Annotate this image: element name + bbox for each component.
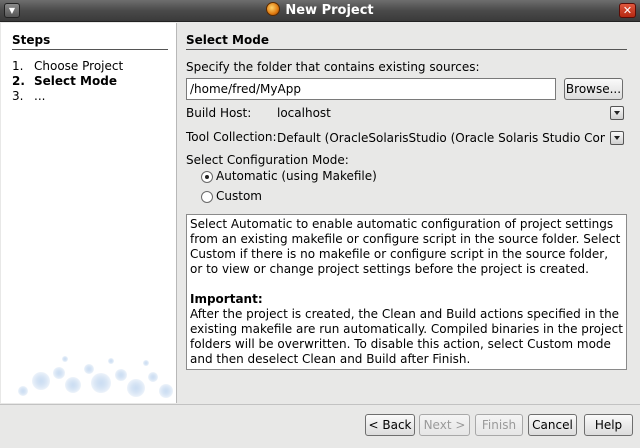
window-close-button[interactable]: ✕ bbox=[619, 3, 636, 18]
mode-description-box: Select Automatic to enable automatic con… bbox=[186, 214, 627, 370]
cancel-button[interactable]: Cancel bbox=[528, 414, 577, 436]
next-button[interactable]: Next > bbox=[419, 414, 470, 436]
tool-collection-select[interactable]: Default (OracleSolarisStudio (Oracle Sol… bbox=[275, 129, 605, 149]
step-choose-project: 1. Choose Project bbox=[12, 59, 124, 73]
tool-collection-label: Tool Collection: bbox=[186, 130, 277, 144]
step-select-mode: 2. Select Mode bbox=[12, 74, 117, 88]
custom-radio[interactable] bbox=[201, 191, 213, 203]
window-title: New Project bbox=[285, 3, 374, 18]
steps-list: 1. Choose Project 2. Select Mode 3.... bbox=[12, 59, 123, 104]
steps-divider bbox=[12, 49, 168, 50]
finish-button[interactable]: Finish bbox=[475, 414, 523, 436]
important-heading: Important: bbox=[190, 292, 263, 306]
build-host-label: Build Host: bbox=[186, 106, 252, 120]
steps-heading: Steps bbox=[12, 33, 51, 47]
important-text: After the project is created, the Clean … bbox=[190, 307, 623, 366]
browse-button[interactable]: Browse... bbox=[564, 78, 623, 100]
step-more: 3.... bbox=[12, 89, 46, 103]
build-host-select[interactable]: localhost bbox=[275, 104, 605, 124]
back-button[interactable]: < Back bbox=[365, 414, 415, 436]
folder-path-input[interactable]: /home/fred/MyApp bbox=[186, 78, 556, 100]
steps-panel: Steps 1. Choose Project 2. Select Mode 3..… bbox=[1, 23, 177, 403]
title-bar: ▼ New Project ✕ bbox=[0, 0, 640, 22]
button-bar-divider bbox=[0, 404, 640, 405]
folder-label: Specify the folder that contains existin… bbox=[186, 60, 480, 74]
automatic-radio-label[interactable]: Automatic (using Makefile) bbox=[216, 169, 377, 183]
netbeans-app-icon bbox=[266, 2, 281, 16]
custom-radio-label[interactable]: Custom bbox=[216, 189, 262, 203]
main-content: Select Mode Specify the folder that cont… bbox=[186, 23, 634, 403]
description-text: Select Automatic to enable automatic con… bbox=[190, 217, 621, 276]
automatic-radio[interactable] bbox=[201, 171, 213, 183]
decorative-bubbles-image bbox=[18, 356, 173, 398]
help-button[interactable]: Help bbox=[584, 414, 633, 436]
section-title: Select Mode bbox=[186, 33, 269, 47]
config-mode-label: Select Configuration Mode: bbox=[186, 153, 349, 167]
window-title-area: New Project bbox=[0, 0, 640, 22]
section-divider bbox=[186, 49, 627, 50]
build-host-dropdown-icon[interactable] bbox=[610, 106, 624, 120]
tool-collection-dropdown-icon[interactable] bbox=[610, 131, 624, 145]
